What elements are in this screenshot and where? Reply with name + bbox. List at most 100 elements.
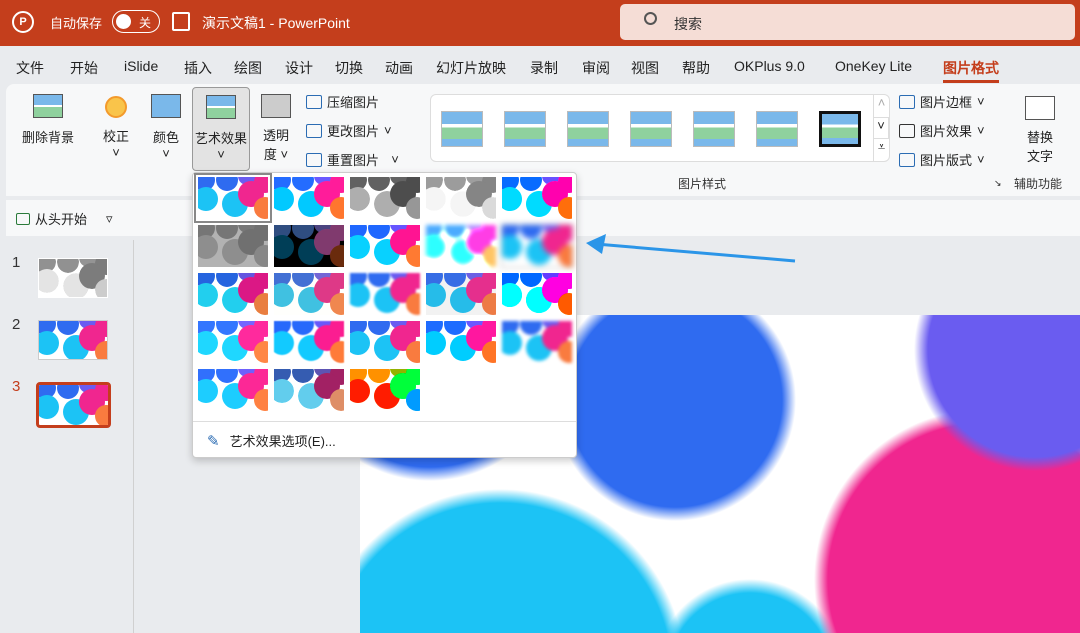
tab-7[interactable]: 动画 (385, 58, 413, 78)
circle-shape (520, 225, 542, 239)
artistic-effect-option[interactable] (350, 225, 420, 267)
from-start-button[interactable]: 从头开始 ▿ (16, 209, 113, 228)
slide-thumbnail[interactable] (36, 382, 111, 428)
search-icon (644, 12, 657, 25)
artistic-effect-option[interactable] (501, 224, 573, 268)
gallery-scroll-down[interactable]: ˅ (873, 117, 889, 139)
gallery-scroll-up[interactable]: ˄ (873, 95, 889, 117)
dialog-launcher-icon[interactable]: ↘ (994, 178, 1002, 189)
label: 图片边框 (920, 95, 973, 110)
tab-14[interactable]: OneKey Lite (835, 58, 912, 74)
artistic-effect-option[interactable] (274, 273, 344, 315)
picture-style-option[interactable] (567, 111, 609, 147)
picture-style-option[interactable] (756, 111, 798, 147)
circle-shape (350, 283, 370, 307)
artistic-effect-option[interactable] (426, 321, 496, 363)
tab-4[interactable]: 绘图 (234, 58, 262, 78)
tab-10[interactable]: 审阅 (582, 58, 610, 78)
remove-background-button[interactable]: 删除背景 (18, 94, 78, 146)
alt-text-button[interactable]: 替换 文字 (1020, 96, 1060, 165)
artistic-effect-option[interactable] (198, 273, 268, 315)
circle-shape (57, 321, 79, 335)
picture-border-button[interactable]: 图片边框 ˅ (899, 92, 985, 111)
document-title: 演示文稿1 - PowerPoint (202, 15, 350, 31)
autosave-toggle[interactable]: 关 (112, 10, 160, 33)
circle-shape (216, 177, 238, 191)
artistic-effect-option[interactable] (426, 273, 496, 315)
remove-background-icon (33, 94, 63, 118)
circle-shape (216, 321, 238, 335)
artistic-effect-option[interactable] (426, 225, 496, 267)
circle-shape (444, 225, 466, 239)
tab-2[interactable]: iSlide (124, 58, 158, 74)
tab-5[interactable]: 设计 (285, 58, 313, 78)
slide-thumbnail[interactable] (38, 320, 108, 360)
circle-shape (406, 293, 420, 315)
artistic-effect-option[interactable] (502, 321, 572, 363)
circle-shape (254, 389, 268, 411)
color-button[interactable]: 颜色 ˅ (146, 94, 186, 161)
circle-shape (254, 245, 268, 267)
artistic-effects-button[interactable]: 艺术效果 ˅ (192, 87, 250, 171)
label: 度 (263, 147, 277, 162)
artistic-effect-option[interactable] (274, 321, 344, 363)
tab-9[interactable]: 录制 (530, 58, 558, 78)
circle-shape (482, 293, 496, 315)
tab-6[interactable]: 切换 (335, 58, 363, 78)
slide-thumbnail[interactable] (38, 258, 108, 298)
circle-shape (558, 197, 572, 219)
artistic-effect-option[interactable] (274, 177, 344, 219)
compress-pictures-button[interactable]: 压缩图片 (306, 92, 379, 111)
gallery-more[interactable]: ⩡ (873, 139, 889, 161)
tab-1[interactable]: 开始 (70, 58, 98, 78)
label: 颜色 (152, 130, 179, 145)
circle-shape (444, 177, 466, 191)
picture-style-option[interactable] (504, 111, 546, 147)
circle-shape (558, 293, 572, 315)
picture-style-option[interactable] (441, 111, 483, 147)
circle-shape (274, 235, 294, 259)
artistic-effect-option[interactable] (198, 321, 268, 363)
circle-shape (482, 197, 496, 219)
artistic-effect-option[interactable] (502, 177, 572, 219)
circle-shape (292, 321, 314, 335)
artistic-effect-option[interactable] (502, 273, 572, 315)
circle-shape (198, 379, 218, 403)
tab-12[interactable]: 帮助 (682, 58, 710, 78)
artistic-effects-icon (206, 95, 236, 119)
circle-shape (274, 331, 294, 355)
artistic-effect-option[interactable] (350, 177, 420, 219)
tab-8[interactable]: 幻灯片放映 (436, 58, 506, 78)
artistic-effect-option[interactable] (350, 369, 420, 411)
corrections-button[interactable]: 校正 ˅ (98, 94, 134, 160)
search-box[interactable]: 搜索 (620, 4, 1075, 40)
picture-layout-button[interactable]: 图片版式 ˅ (899, 150, 985, 169)
artistic-effect-option[interactable] (194, 173, 272, 223)
picture-style-option[interactable] (819, 111, 861, 147)
tab-0[interactable]: 文件 (16, 58, 44, 78)
picture-effects-button[interactable]: 图片效果 ˅ (899, 121, 985, 140)
artistic-effect-option[interactable] (350, 273, 420, 315)
reset-picture-button[interactable]: 重置图片 ˅ (306, 150, 399, 169)
artistic-effect-option[interactable] (198, 369, 268, 411)
save-icon[interactable] (172, 12, 190, 31)
tab-3[interactable]: 插入 (184, 58, 212, 78)
change-picture-button[interactable]: 更改图片 ˅ (306, 121, 392, 140)
artistic-effect-option[interactable] (274, 369, 344, 411)
tab-13[interactable]: OKPlus 9.0 (734, 58, 805, 74)
circle-shape (350, 331, 370, 355)
picture-style-option[interactable] (693, 111, 735, 147)
artistic-effect-option[interactable] (350, 321, 420, 363)
brush-icon: ✎ (207, 432, 220, 450)
transparency-button[interactable]: 透明度 ˅ (258, 94, 294, 163)
artistic-effect-option[interactable] (426, 177, 496, 219)
artistic-effect-option[interactable] (198, 225, 268, 267)
label: 替换 (1026, 130, 1053, 145)
artistic-effect-option[interactable] (274, 225, 344, 267)
tab-11[interactable]: 视图 (631, 58, 659, 78)
artistic-effects-options-item[interactable]: ✎ 艺术效果选项(E)... (207, 431, 336, 450)
circle-shape (520, 321, 542, 335)
circle-shape (330, 245, 344, 267)
picture-style-option[interactable] (630, 111, 672, 147)
tab-15[interactable]: 图片格式 (943, 58, 999, 83)
